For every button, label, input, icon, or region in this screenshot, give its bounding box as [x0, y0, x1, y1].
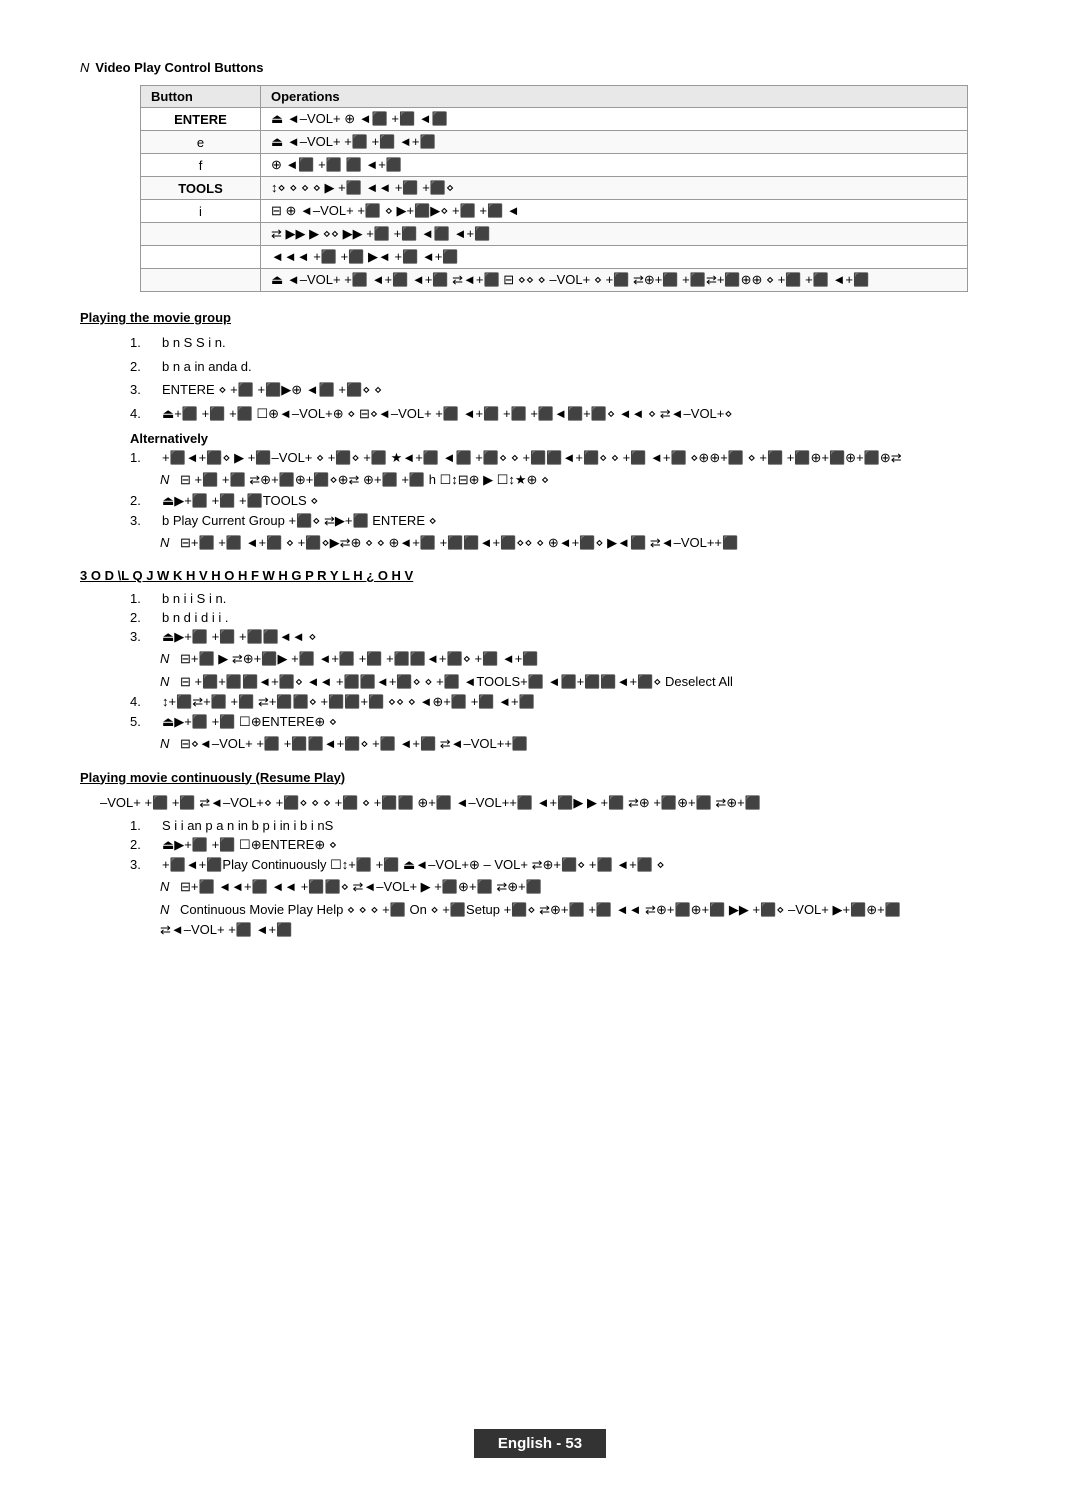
list-item: 1.b n i i S i n.	[130, 591, 1000, 606]
note-line: N⊟+⬛ ▶ ⇄⊕+⬛▶ +⬛ ◄+⬛ +⬛ +⬛⬛◄+⬛⋄ +⬛ ◄+⬛	[160, 649, 1000, 669]
table-row: ⏏ ◄–VOL+ +⬛ ◄+⬛ ◄+⬛ ⇄◄+⬛ ⊟ ⋄⋄ ⋄ –VOL+ ⋄ …	[141, 269, 968, 292]
table-header-operations: Operations	[261, 86, 968, 108]
note-line: N⊟ +⬛+⬛⬛◄+⬛⋄ ◄◄ +⬛⬛◄+⬛⋄ ⋄ +⬛ ◄TOOLS+⬛ ◄⬛…	[160, 672, 1000, 692]
footer-badge: English - 53	[474, 1429, 606, 1458]
list-item: 3.⏏▶+⬛ +⬛ +⬛⬛◄◄ ⋄	[130, 629, 1000, 645]
section3-heading: 3 O D \L Q J W K H V H O H F W H G P R Y…	[80, 568, 1000, 583]
playing-group-list: 1.b n S S i n. 2.b n a in anda d. 3.ENTERE…	[130, 333, 1000, 423]
note-line: N⊟ +⬛ +⬛ ⇄⊕+⬛⊕+⬛⋄⊕⇄ ⊕+⬛ +⬛ h ☐↕⊟⊕ ▶ ☐↕★⊕…	[160, 470, 1000, 490]
table-row: ⇄ ▶▶ ▶ ⋄⋄ ▶▶ +⬛ +⬛ ◄⬛ ◄+⬛	[141, 223, 968, 246]
list-item: 3.ENTERE ⋄ +⬛ +⬛▶⊕ ◄⬛ +⬛⋄ ⋄	[130, 380, 1000, 400]
alt-list: 1.+⬛◄+⬛⋄ ▶ +⬛–VOL+ ⋄ +⬛⋄ +⬛ ★◄+⬛ ◄⬛ +⬛⋄ …	[80, 450, 1000, 552]
list-item: 1.S i i an p a n in b p i in i b i nS	[130, 818, 1000, 833]
table-row: ENTERE⏏ ◄–VOL+ ⊕ ◄⬛ +⬛ ◄⬛	[141, 108, 968, 131]
note-line: N⊟⋄◄–VOL+ +⬛ +⬛⬛◄+⬛⋄ +⬛ ◄+⬛ ⇄◄–VOL++⬛	[160, 734, 1000, 754]
list-item: 3. b Play Current Group +⬛⋄ ⇄▶+⬛ ENTERE …	[130, 513, 1000, 529]
table-row: f⊕ ◄⬛ +⬛ ⬛ ◄+⬛	[141, 154, 968, 177]
note-line: NContinuous Movie Play Help ⋄ ⋄ ⋄ +⬛ On …	[160, 900, 1000, 920]
selected-list: 1.b n i i S i n. 2.b n d i d i i . 3.⏏▶+⬛ …	[80, 591, 1000, 754]
control-table: Button Operations ENTERE⏏ ◄–VOL+ ⊕ ◄⬛ +⬛…	[140, 85, 968, 292]
note-line: N⊟+⬛ ◄◄+⬛ ◄◄ +⬛⬛⋄ ⇄◄–VOL+ ▶ +⬛⊕+⬛ ⇄⊕+⬛	[160, 877, 1000, 897]
table-row: TOOLS↕⋄ ⋄ ⋄ ⋄ ▶ +⬛ ◄◄ +⬛ +⬛⋄	[141, 177, 968, 200]
section2-heading: Playing the movie group	[80, 310, 1000, 325]
list-item: 2.⏏▶+⬛ +⬛ ☐⊕ENTERE⊕ ⋄	[130, 837, 1000, 853]
section1-title: Video Play Control Buttons	[95, 60, 263, 75]
resume-list: 1.S i i an p a n in b p i in i b i nS 2.⏏…	[80, 818, 1000, 938]
list-item: 4.↕+⬛⇄+⬛ +⬛ ⇄+⬛⬛⋄ +⬛⬛+⬛ ⋄⋄ ⋄ ◄⊕+⬛ +⬛ ◄+⬛	[130, 694, 1000, 710]
list-item: ⇄◄–VOL+ +⬛ ◄+⬛	[160, 922, 1000, 938]
list-item: 3.+⬛◄+⬛Play Continuously ☐↕+⬛ +⬛ ⏏◄–VOL+…	[130, 857, 1000, 873]
list-item: 1.b n S S i n.	[130, 333, 1000, 353]
list-item: 2.⏏▶+⬛ +⬛ +⬛TOOLS ⋄	[130, 493, 1000, 509]
section4-heading: Playing movie continuously (Resume Play)	[80, 770, 1000, 785]
note-line: N⊟+⬛ +⬛ ◄+⬛ ⋄ +⬛⋄▶⇄⊕ ⋄ ⋄ ⊕◄+⬛ +⬛⬛◄+⬛⋄⋄ ⋄…	[160, 533, 1000, 553]
page-content: N Video Play Control Buttons Button Oper…	[0, 0, 1080, 1022]
table-row: ◄◄◄ +⬛ +⬛ ▶◄ +⬛ ◄+⬛	[141, 246, 968, 269]
table-row: e⏏ ◄–VOL+ +⬛ +⬛ ◄+⬛	[141, 131, 968, 154]
n-char: N	[80, 60, 89, 75]
list-item: 2.b n d i d i i .	[130, 610, 1000, 625]
list-item: 4.⏏+⬛ +⬛ +⬛ ☐⊕◄–VOL+⊕ ⋄ ⊟⋄◄–VOL+ +⬛ ◄+⬛ …	[130, 404, 1000, 424]
list-item: 5.⏏▶+⬛ +⬛ ☐⊕ENTERE⊕ ⋄	[130, 714, 1000, 730]
footer: English - 53	[0, 1429, 1080, 1458]
table-header-button: Button	[141, 86, 261, 108]
list-item: 2.b n a in anda d.	[130, 357, 1000, 377]
resume-intro: –VOL+ +⬛ +⬛ ⇄◄–VOL+⋄ +⬛⋄ ⋄ ⋄ +⬛ ⋄ +⬛⬛ ⊕+…	[100, 793, 1000, 813]
list-item: 1.+⬛◄+⬛⋄ ▶ +⬛–VOL+ ⋄ +⬛⋄ +⬛ ★◄+⬛ ◄⬛ +⬛⋄ …	[130, 450, 1000, 466]
alt-label: Alternatively	[130, 431, 1000, 446]
table-row: i⊟ ⊕ ◄–VOL+ +⬛ ⋄ ▶+⬛▶⋄ +⬛ +⬛ ◄	[141, 200, 968, 223]
section-n-label: N Video Play Control Buttons	[80, 60, 1000, 81]
